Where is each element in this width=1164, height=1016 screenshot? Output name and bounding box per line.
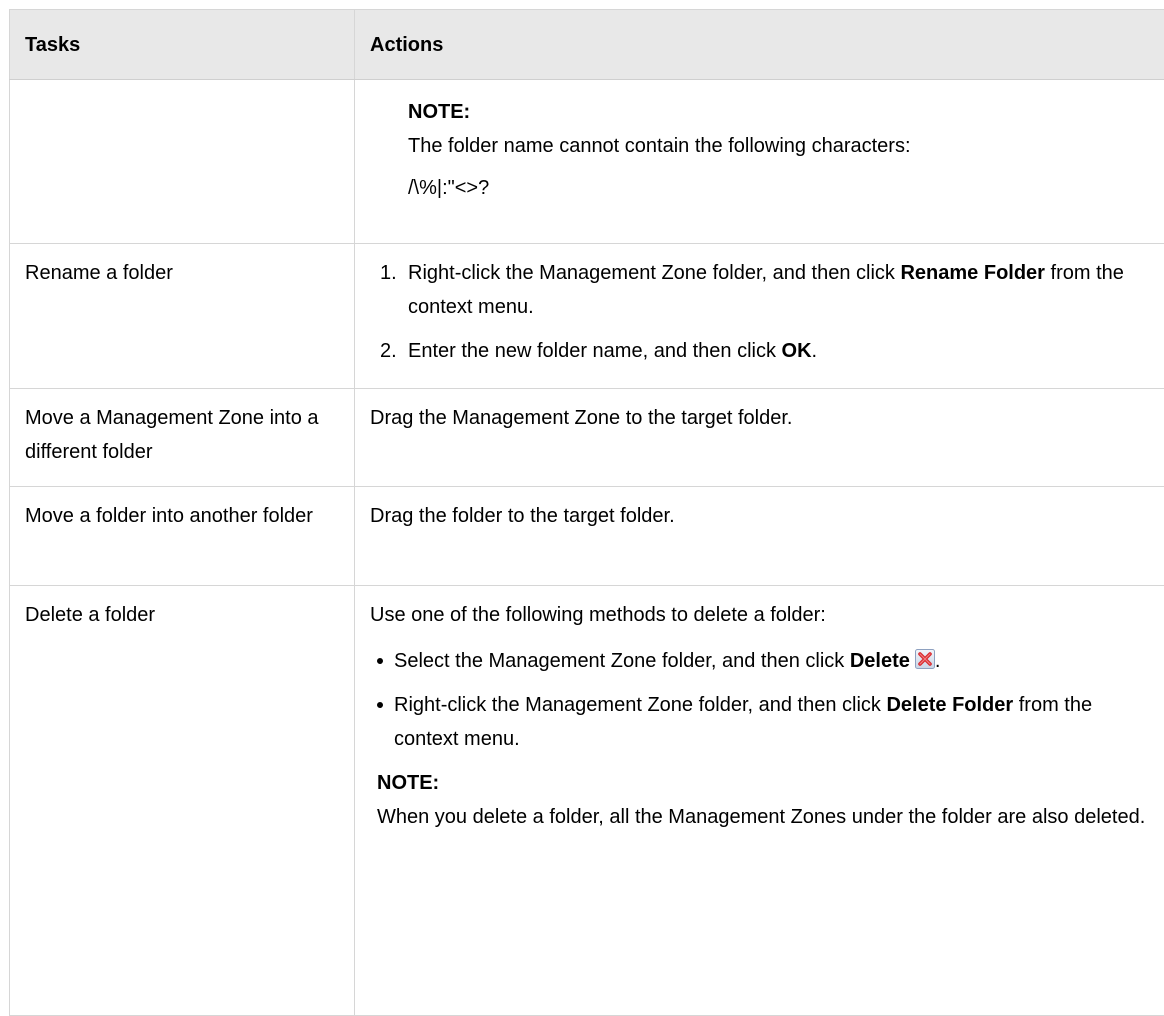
table-header-row: Tasks Actions [10,10,1164,80]
task-cell: Delete a folder [10,586,355,1016]
ui-label-delete: Delete [850,650,910,672]
ui-label-ok: OK [782,340,812,362]
step-number: 2. [380,334,397,368]
table-row: Move a folder into another folder Drag t… [10,487,1164,586]
task-cell: Rename a folder [10,244,355,389]
list-item: Right-click the Management Zone folder, … [370,688,1151,756]
note-block: NOTE: When you delete a folder, all the … [377,766,1151,834]
note-characters: /\%|:"<>? [408,171,1151,205]
action-cell: Drag the Management Zone to the target f… [355,389,1164,487]
task-cell: Move a Management Zone into a different … [10,389,355,487]
note-title: NOTE: [377,766,1151,800]
table-row: NOTE: The folder name cannot contain the… [10,80,1164,244]
bullet-text: Right-click the Management Zone folder, … [394,694,886,716]
bullet-text: Select the Management Zone folder, and t… [394,650,850,672]
bullet-text: . [935,650,941,672]
tasks-actions-table: Tasks Actions NOTE: The folder name cann… [9,9,1164,1016]
ui-label-delete-folder: Delete Folder [886,694,1013,716]
table-row: Rename a folder 1. Right-click the Manag… [10,244,1164,389]
list-item: Select the Management Zone folder, and t… [370,644,1151,678]
note-block: NOTE: The folder name cannot contain the… [408,95,1151,205]
delete-icon [915,646,935,666]
bullet [377,658,383,664]
note-title: NOTE: [408,95,1151,129]
action-cell: Use one of the following methods to dele… [355,586,1164,1016]
table-row: Delete a folder Use one of the following… [10,586,1164,1016]
step-number: 1. [380,256,397,290]
step-text: . [812,340,818,362]
header-tasks: Tasks [10,10,355,80]
task-cell-empty [10,80,355,244]
methods-list: Select the Management Zone folder, and t… [370,644,1151,756]
bullet [377,702,383,708]
note-text: When you delete a folder, all the Manage… [377,800,1151,834]
step-text: Right-click the Management Zone folder, … [408,262,900,284]
header-actions: Actions [355,10,1164,80]
list-item: 1. Right-click the Management Zone folde… [370,256,1151,324]
action-cell: NOTE: The folder name cannot contain the… [355,80,1164,244]
action-cell: Drag the folder to the target folder. [355,487,1164,586]
action-cell: 1. Right-click the Management Zone folde… [355,244,1164,389]
delete-intro: Use one of the following methods to dele… [370,598,1151,632]
ui-label-rename-folder: Rename Folder [900,262,1044,284]
task-cell: Move a folder into another folder [10,487,355,586]
steps-list: 1. Right-click the Management Zone folde… [370,256,1151,368]
list-item: 2. Enter the new folder name, and then c… [370,334,1151,368]
table-row: Move a Management Zone into a different … [10,389,1164,487]
step-text: Enter the new folder name, and then clic… [408,340,782,362]
note-text: The folder name cannot contain the follo… [408,129,1151,163]
